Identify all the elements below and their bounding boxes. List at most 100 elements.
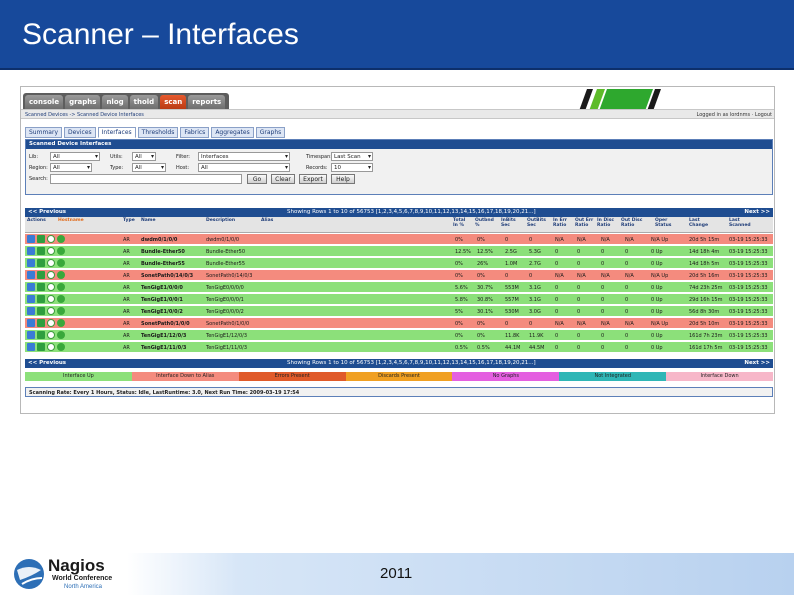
filter-select[interactable]: Interfaces [198, 152, 290, 161]
tab-scan[interactable]: scan [160, 95, 187, 109]
status-ring-icon[interactable] [47, 235, 55, 243]
status-ring-icon[interactable] [47, 307, 55, 315]
status-ring-icon[interactable] [47, 331, 55, 339]
records-select[interactable]: 10 [331, 163, 373, 172]
col-out-err[interactable]: Out Err Ratio [575, 218, 595, 228]
check-icon[interactable] [57, 247, 65, 255]
check-icon[interactable] [57, 235, 65, 243]
edit-icon[interactable] [37, 247, 45, 255]
graph-icon[interactable] [27, 235, 35, 243]
cell-name[interactable]: TenGigE1/11/0/3 [141, 345, 186, 351]
type-select[interactable]: All [132, 163, 166, 172]
check-icon[interactable] [57, 295, 65, 303]
check-icon[interactable] [57, 271, 65, 279]
tab-thold[interactable]: thold [129, 95, 159, 109]
search-input[interactable] [50, 174, 242, 184]
lib-select[interactable]: All [50, 152, 100, 161]
check-icon[interactable] [57, 283, 65, 291]
cell-name[interactable]: dwdm0/1/0/0 [141, 237, 177, 243]
graph-icon[interactable] [27, 283, 35, 291]
export-button[interactable]: Export [299, 174, 327, 184]
subtab-graphs[interactable]: Graphs [255, 127, 286, 138]
cell-name[interactable]: TenGigE1/0/0/0 [141, 285, 183, 291]
clear-button[interactable]: Clear [271, 174, 295, 184]
table-row[interactable]: AR SonetPath0/1/0/0 SonetPath0/1/0/0 0% 0% 0 0… [25, 318, 773, 329]
tab-nlog[interactable]: nlog [102, 95, 128, 109]
tab-reports[interactable]: reports [188, 95, 226, 109]
subtab-aggregates[interactable]: Aggregates [211, 127, 254, 138]
status-ring-icon[interactable] [47, 259, 55, 267]
check-icon[interactable] [57, 259, 65, 267]
subtab-devices[interactable]: Devices [64, 127, 96, 138]
col-alias[interactable]: Alias [261, 218, 273, 223]
col-oper-status[interactable]: Oper Status [655, 218, 677, 228]
subtab-interfaces[interactable]: Interfaces [97, 127, 136, 138]
edit-icon[interactable] [37, 343, 45, 351]
graph-icon[interactable] [27, 247, 35, 255]
tab-graphs[interactable]: graphs [65, 95, 101, 109]
col-last-scanned[interactable]: Last Scanned [729, 218, 757, 228]
cell-name[interactable]: Bundle-Ether55 [141, 261, 185, 267]
col-type[interactable]: Type [123, 218, 135, 223]
login-status[interactable]: Logged in as lordnms · Logout [697, 112, 772, 118]
col-in-err[interactable]: In Err Ratio [553, 218, 573, 228]
graph-icon[interactable] [27, 331, 35, 339]
subtab-summary[interactable]: Summary [25, 127, 62, 138]
cell-name[interactable]: Bundle-Ether50 [141, 249, 185, 255]
graph-icon[interactable] [27, 343, 35, 351]
next-link-bottom[interactable]: Next >> [744, 360, 770, 366]
tab-console[interactable]: console [25, 95, 64, 109]
showing-rows-bottom[interactable]: Showing Rows 1 to 10 of 56753 [1,2,3,4,5… [287, 360, 536, 366]
table-row[interactable]: AR Bundle-Ether55 Bundle-Ether55 0% 26% 1.0M 2… [25, 258, 773, 269]
graph-icon[interactable] [27, 319, 35, 327]
graph-icon[interactable] [27, 259, 35, 267]
status-ring-icon[interactable] [47, 283, 55, 291]
table-row[interactable]: AR Bundle-Ether50 Bundle-Ether50 12.5% 12.5%… [25, 246, 773, 257]
edit-icon[interactable] [37, 331, 45, 339]
timespan-select[interactable]: Last Scan [331, 152, 373, 161]
edit-icon[interactable] [37, 271, 45, 279]
col-last-change[interactable]: Last Change [689, 218, 715, 228]
table-row[interactable]: AR SonetPath0/14/0/3 SonetPath0/14/0/3 0% 0%… [25, 270, 773, 281]
help-button[interactable]: Help [331, 174, 355, 184]
table-row[interactable]: AR TenGigE1/0/0/1 TenGigE0/0/0/1 5.8% 30.8% 5… [25, 294, 773, 305]
cell-name[interactable]: SonetPath0/14/0/3 [141, 273, 193, 279]
cell-name[interactable]: SonetPath0/1/0/0 [141, 321, 190, 327]
edit-icon[interactable] [37, 307, 45, 315]
status-ring-icon[interactable] [47, 319, 55, 327]
edit-icon[interactable] [37, 259, 45, 267]
status-ring-icon[interactable] [47, 247, 55, 255]
utils-select[interactable]: All [132, 152, 156, 161]
col-description[interactable]: Description [206, 218, 235, 223]
col-out-disc[interactable]: Out Disc Ratio [621, 218, 643, 228]
col-name[interactable]: Name [141, 218, 156, 223]
edit-icon[interactable] [37, 235, 45, 243]
graph-icon[interactable] [27, 307, 35, 315]
col-outbits[interactable]: OutBits Sec [527, 218, 549, 228]
edit-icon[interactable] [37, 319, 45, 327]
edit-icon[interactable] [37, 283, 45, 291]
go-button[interactable]: Go [247, 174, 267, 184]
cell-name[interactable]: TenGigE1/12/0/3 [141, 333, 186, 339]
host-select[interactable]: All [198, 163, 290, 172]
col-in-disc[interactable]: In Disc Ratio [597, 218, 619, 228]
check-icon[interactable] [57, 307, 65, 315]
graph-icon[interactable] [27, 295, 35, 303]
table-row[interactable]: AR TenGigE1/0/0/0 TenGigE0/0/0/0 5.6% 30.7% 5… [25, 282, 773, 293]
subtab-thresholds[interactable]: Thresholds [137, 127, 179, 138]
col-outbound[interactable]: Outbnd % [475, 218, 497, 228]
col-hostname[interactable]: Hostname [58, 218, 84, 223]
check-icon[interactable] [57, 343, 65, 351]
subtab-fabrics[interactable]: Fabrics [180, 127, 210, 138]
status-ring-icon[interactable] [47, 295, 55, 303]
check-icon[interactable] [57, 331, 65, 339]
status-ring-icon[interactable] [47, 271, 55, 279]
previous-link[interactable]: << Previous [28, 209, 66, 215]
cell-name[interactable]: TenGigE1/0/0/1 [141, 297, 183, 303]
table-row[interactable]: AR TenGigE1/0/0/2 TenGigE0/0/0/2 5% 30.1% 530… [25, 306, 773, 317]
col-total-in[interactable]: Total In % [453, 218, 471, 228]
table-row[interactable]: AR TenGigE1/12/0/3 TenGigE1/12/0/3 0% 0% 11.8… [25, 330, 773, 341]
edit-icon[interactable] [37, 295, 45, 303]
showing-rows[interactable]: Showing Rows 1 to 10 of 56753 [1,2,3,4,5… [287, 209, 536, 215]
breadcrumb[interactable]: Scanned Devices -> Scanned Device Interf… [25, 112, 144, 118]
